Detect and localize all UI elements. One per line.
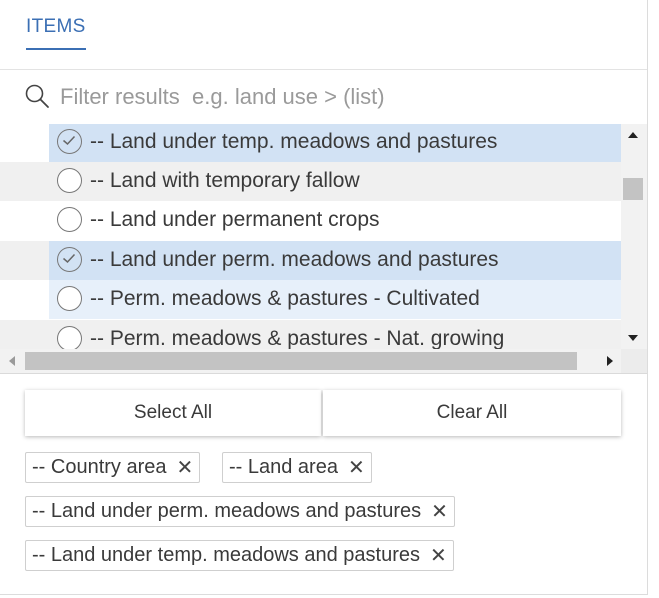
list-item[interactable]: -- Land under temp. meadows and pastures — [0, 124, 621, 162]
selected-item-chip: -- Land under temp. meadows and pastures… — [25, 540, 454, 571]
list-item[interactable]: -- Land under perm. meadows and pastures — [0, 241, 621, 280]
scroll-left-arrow-icon[interactable] — [9, 356, 15, 366]
tab-bar: ITEMS — [0, 0, 647, 70]
search-icon — [25, 84, 49, 108]
horizontal-scroll-thumb[interactable] — [25, 352, 577, 370]
radio-circle-icon[interactable] — [57, 207, 82, 232]
selected-item-chip: -- Country area ✕ — [25, 452, 201, 483]
list-item-label: -- Land under temp. meadows and pastures — [90, 130, 498, 153]
chip-label: -- Land under perm. meadows and pastures — [32, 500, 422, 522]
vertical-scrollbar[interactable] — [621, 124, 647, 349]
items-panel: ITEMS -- Land under temp. meadows and pa… — [0, 0, 648, 595]
results-list-container: -- Land under temp. meadows and pastures… — [0, 124, 647, 374]
list-item[interactable]: -- Perm. meadows & pastures - Nat. growi… — [0, 320, 621, 349]
check-circle-icon[interactable] — [57, 129, 82, 154]
list-item-label: -- Land with temporary fallow — [90, 169, 360, 192]
list-item[interactable]: -- Land with temporary fallow — [0, 162, 621, 201]
results-list[interactable]: -- Land under temp. meadows and pastures… — [0, 124, 621, 349]
scroll-right-arrow-icon[interactable] — [607, 356, 613, 366]
chip-label: -- Country area — [32, 456, 167, 478]
close-icon[interactable]: ✕ — [177, 458, 194, 478]
close-icon[interactable]: ✕ — [430, 546, 447, 566]
selected-item-chip: -- Land under perm. meadows and pastures… — [25, 496, 455, 527]
list-item[interactable]: -- Land under permanent crops — [0, 201, 621, 240]
selected-item-chip: -- Land area ✕ — [222, 452, 372, 483]
scroll-down-arrow-icon[interactable] — [628, 335, 638, 341]
select-all-button[interactable]: Select All — [25, 390, 321, 436]
list-item-label: -- Perm. meadows & pastures - Cultivated — [90, 287, 480, 310]
search-input[interactable] — [58, 80, 622, 114]
clear-all-button[interactable]: Clear All — [323, 390, 621, 436]
chip-label: -- Land area — [229, 456, 338, 478]
list-item-label: -- Land under permanent crops — [90, 208, 380, 231]
list-item-label: -- Perm. meadows & pastures - Nat. growi… — [90, 327, 505, 349]
chip-label: -- Land under temp. meadows and pastures — [32, 544, 420, 566]
vertical-scroll-thumb[interactable] — [623, 178, 643, 200]
search-bar — [0, 70, 647, 124]
list-item[interactable]: -- Perm. meadows & pastures - Cultivated — [0, 280, 621, 319]
tab-items[interactable]: ITEMS — [26, 16, 86, 50]
close-icon[interactable]: ✕ — [431, 502, 448, 522]
check-circle-icon[interactable] — [57, 247, 82, 272]
radio-circle-icon[interactable] — [57, 286, 82, 311]
radio-circle-icon[interactable] — [57, 326, 82, 349]
scrollbar-corner — [621, 349, 647, 373]
close-icon[interactable]: ✕ — [348, 458, 365, 478]
radio-circle-icon[interactable] — [57, 168, 82, 193]
list-item-label: -- Land under perm. meadows and pastures — [90, 248, 499, 271]
horizontal-scrollbar[interactable] — [0, 349, 621, 373]
scroll-up-arrow-icon[interactable] — [628, 132, 638, 138]
